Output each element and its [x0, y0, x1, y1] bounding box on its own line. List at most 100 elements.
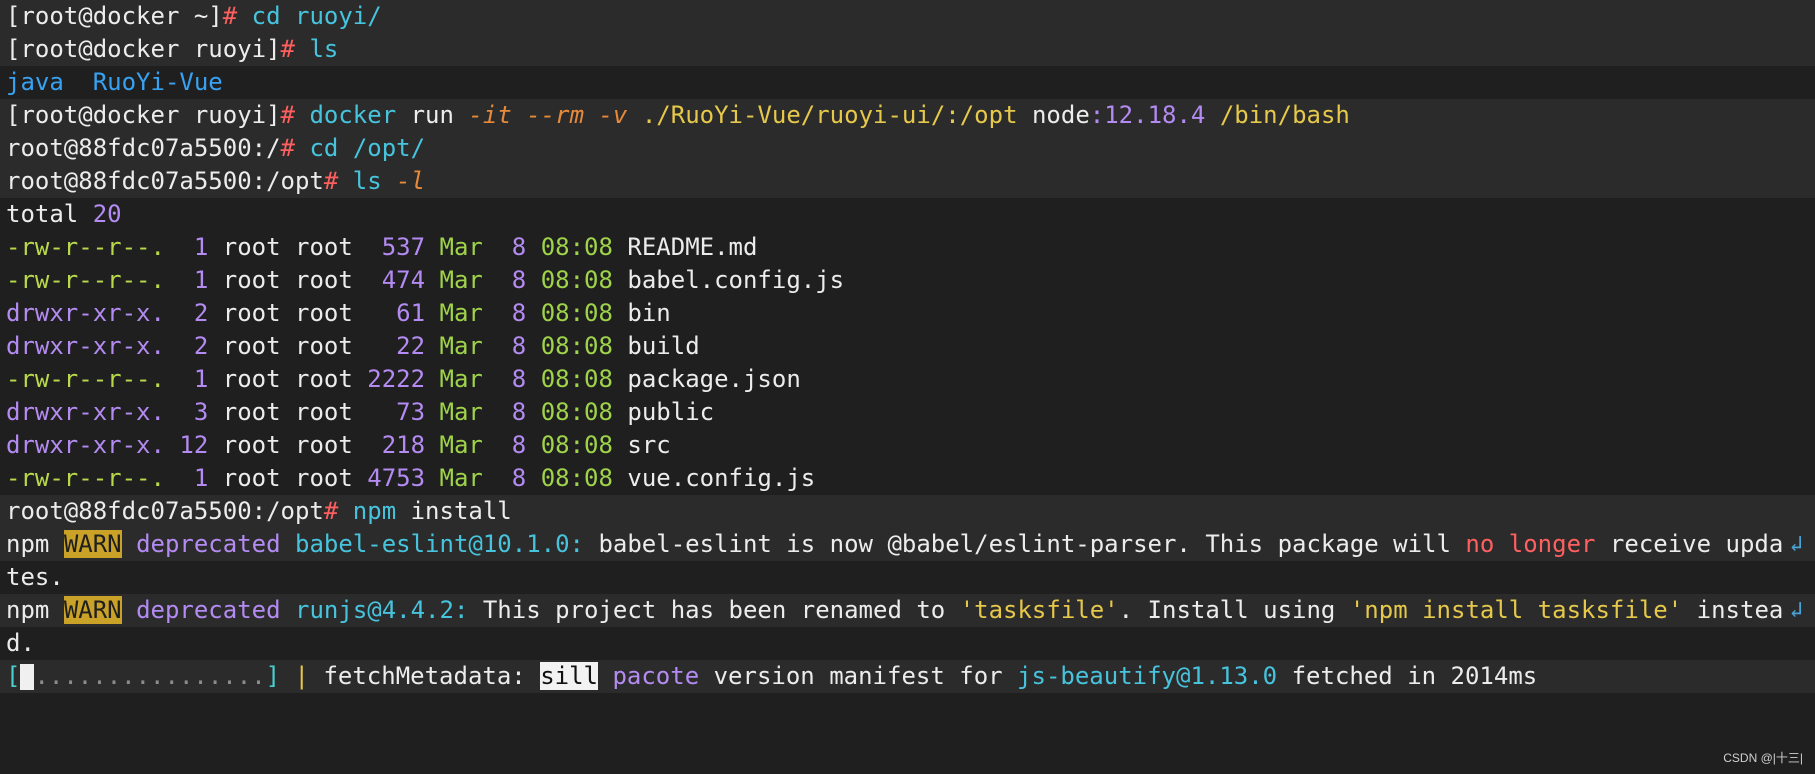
file-size: 22: [367, 332, 426, 360]
shell-prompt: [root@docker ruoyi]: [6, 101, 281, 129]
command-text: cd: [309, 134, 339, 162]
file-row: -rw-r--r--. 1 root root 474 Mar 8 08:08 …: [0, 264, 1815, 297]
ls-total: total 20: [0, 198, 1815, 231]
command-text: ls: [352, 167, 382, 195]
npm-warn-line: npm WARN deprecated runjs@4.4.2: This pr…: [0, 594, 1815, 627]
file-name: babel.config.js: [627, 266, 845, 294]
file-permissions: drwxr-xr-x.: [6, 332, 165, 360]
command-arg: install: [410, 497, 512, 525]
file-links: 1: [179, 266, 209, 294]
file-name: package.json: [627, 365, 801, 393]
file-links: 1: [179, 365, 209, 393]
file-month: Mar: [439, 398, 483, 426]
shell-prompt: root@88fdc07a5500:/: [6, 134, 281, 162]
file-day: 8: [497, 332, 527, 360]
npm-warn-continuation: tes.: [0, 561, 1815, 594]
progress-package: js-beautify@1.13.0: [1017, 662, 1278, 690]
file-day: 8: [497, 398, 527, 426]
file-size: 61: [367, 299, 426, 327]
warn-badge: WARN: [63, 530, 122, 558]
file-size: 2222: [367, 365, 426, 393]
file-permissions: drwxr-xr-x.: [6, 398, 165, 426]
prompt-hash: #: [222, 2, 238, 30]
warn-continuation-text: d.: [6, 629, 35, 657]
warn-message: This project has been renamed to: [482, 596, 946, 624]
flag-v: -v: [598, 101, 628, 129]
warn-message-tail: receive upda: [1609, 530, 1784, 558]
file-name: src: [627, 431, 671, 459]
watermark-text: CSDN @|十三|: [1723, 751, 1803, 765]
file-links: 3: [179, 398, 209, 426]
progress-module: pacote: [612, 662, 700, 690]
file-time: 08:08: [540, 299, 613, 327]
ls-output: java RuoYi-Vue: [0, 66, 1815, 99]
file-month: Mar: [439, 332, 483, 360]
shell-prompt: [root@docker ruoyi]: [6, 35, 281, 63]
file-row: -rw-r--r--. 1 root root 4753 Mar 8 08:08…: [0, 462, 1815, 495]
file-permissions: drwxr-xr-x.: [6, 299, 165, 327]
file-name: vue.config.js: [627, 464, 816, 492]
file-group: root: [295, 233, 353, 261]
prompt-hash: #: [280, 134, 295, 162]
warn-quote: 'tasksfile': [959, 596, 1119, 624]
file-permissions: -rw-r--r--.: [6, 266, 165, 294]
warn-continuation-text: tes.: [6, 563, 64, 591]
image-tag: :12.18.4: [1089, 101, 1206, 129]
file-time: 08:08: [540, 233, 613, 261]
file-day: 8: [497, 233, 527, 261]
file-size: 4753: [367, 464, 426, 492]
wrap-continuation-icon: ↲: [1789, 532, 1803, 557]
file-links: 1: [179, 464, 209, 492]
file-time: 08:08: [540, 365, 613, 393]
file-permissions: drwxr-xr-x.: [6, 431, 165, 459]
npm-progress-line: [................] | fetchMetadata: sill…: [0, 660, 1815, 693]
log-level-badge: sill: [540, 662, 598, 690]
file-row: drwxr-xr-x. 3 root root 73 Mar 8 08:08 p…: [0, 396, 1815, 429]
file-name: build: [627, 332, 700, 360]
file-name: bin: [627, 299, 671, 327]
progress-cursor-icon: [20, 664, 35, 690]
file-links: 1: [179, 233, 209, 261]
file-size: 537: [367, 233, 426, 261]
npm-warn-line: npm WARN deprecated babel-eslint@10.1.0:…: [0, 528, 1815, 561]
warn-kind: deprecated: [136, 530, 281, 558]
file-month: Mar: [439, 365, 483, 393]
file-size: 73: [367, 398, 426, 426]
file-time: 08:08: [540, 266, 613, 294]
terminal-line-docker-run: [root@docker ruoyi]# docker run -it --rm…: [0, 99, 1815, 132]
file-day: 8: [497, 464, 527, 492]
volume-path: ./RuoYi-Vue/ruoyi-ui/:/opt: [641, 101, 1018, 129]
file-links: 2: [179, 332, 209, 360]
file-links: 2: [179, 299, 209, 327]
file-time: 08:08: [540, 464, 613, 492]
file-row: drwxr-xr-x. 12 root root 218 Mar 8 08:08…: [0, 429, 1815, 462]
file-group: root: [295, 398, 353, 426]
prompt-hash: #: [280, 35, 295, 63]
terminal-window[interactable]: [root@docker ~]# cd ruoyi/ [root@docker …: [0, 0, 1815, 693]
file-links: 12: [179, 431, 209, 459]
warn-message-mid: . Install using: [1118, 596, 1336, 624]
file-permissions: -rw-r--r--.: [6, 365, 165, 393]
terminal-line-ls-l: root@88fdc07a5500:/opt# ls -l: [0, 165, 1815, 198]
file-group: root: [295, 464, 353, 492]
progress-stage: fetchMetadata:: [323, 662, 526, 690]
command-text: ls: [309, 35, 339, 63]
shell-prompt: root@88fdc07a5500:/opt: [6, 497, 324, 525]
flag-it: -it: [468, 101, 512, 129]
file-month: Mar: [439, 299, 483, 327]
prompt-hash: #: [323, 497, 339, 525]
file-group: root: [295, 332, 353, 360]
file-name: README.md: [627, 233, 758, 261]
directory-ruoyi-vue: RuoYi-Vue: [92, 68, 223, 96]
flag-rm: --rm: [526, 101, 585, 129]
progress-message: version manifest for: [713, 662, 1003, 690]
shell-prompt: [root@docker ~]: [6, 2, 223, 30]
warn-badge: WARN: [63, 596, 122, 624]
file-row: drwxr-xr-x. 2 root root 61 Mar 8 08:08 b…: [0, 297, 1815, 330]
file-owner: root: [222, 332, 281, 360]
file-permissions: -rw-r--r--.: [6, 233, 165, 261]
file-month: Mar: [439, 233, 483, 261]
terminal-line-cd-opt: root@88fdc07a5500:/# cd /opt/: [0, 132, 1815, 165]
warn-message: babel-eslint is now @babel/eslint-parser…: [598, 530, 1451, 558]
file-day: 8: [497, 365, 527, 393]
